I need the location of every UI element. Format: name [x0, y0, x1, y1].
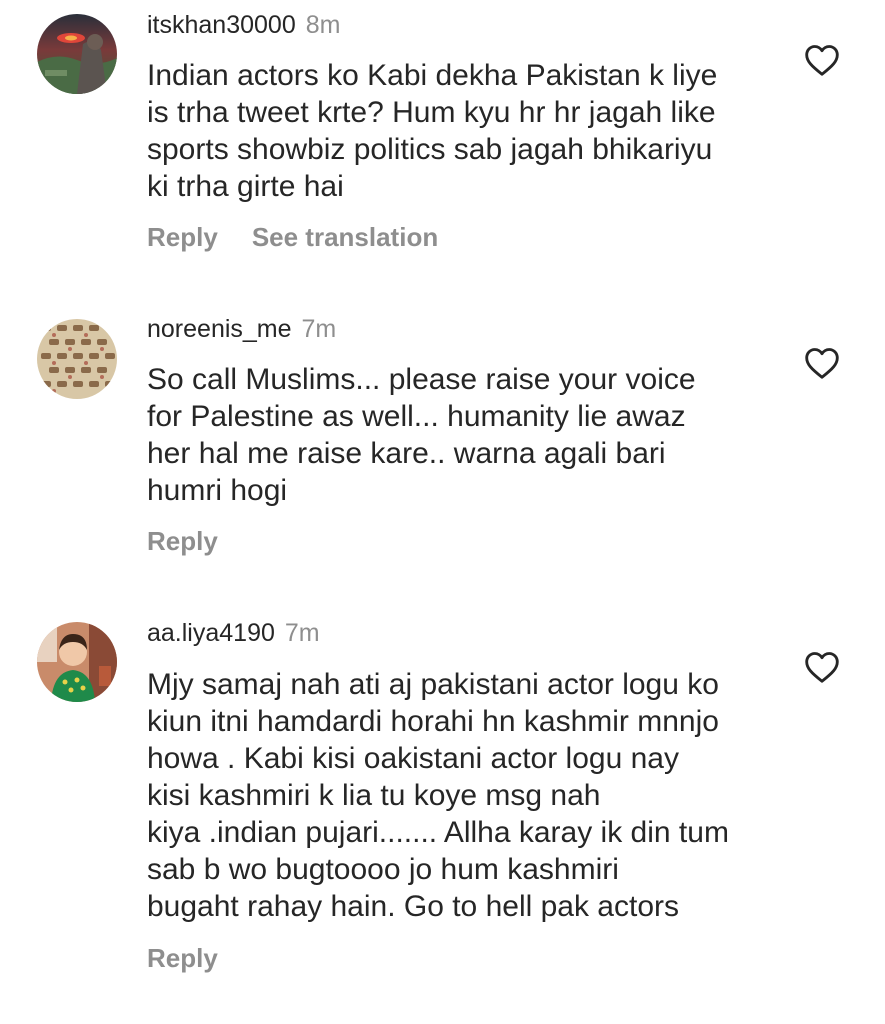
comment-header: noreenis_me 7m [147, 314, 336, 344]
avatar[interactable] [37, 14, 117, 94]
timestamp: 8m [305, 11, 341, 39]
heart-outline-icon[interactable] [804, 346, 840, 380]
comment-actions: Reply See translation [147, 222, 438, 252]
reply-button[interactable]: Reply [147, 943, 218, 973]
heart-outline-icon[interactable] [804, 43, 840, 77]
comment-actions: Reply [147, 526, 218, 556]
comment-text: Indian actors ko Kabi dekha Pakistan k l… [147, 59, 718, 203]
comment-text: Mjy samaj nah ati aj pakistani actor log… [147, 668, 729, 923]
see-translation-button[interactable]: See translation [252, 222, 438, 252]
avatar[interactable] [37, 622, 117, 702]
timestamp: 7m [284, 619, 320, 647]
comment-header: aa.liya4190 7m [147, 618, 320, 648]
username[interactable]: aa.liya4190 [147, 619, 275, 647]
reply-button[interactable]: Reply [147, 222, 218, 252]
avatar[interactable] [37, 319, 117, 399]
comment-header: itskhan30000 8m [147, 10, 340, 40]
username[interactable]: itskhan30000 [147, 11, 296, 39]
comment-text: So call Muslims... please raise your voi… [147, 363, 696, 507]
reply-button[interactable]: Reply [147, 526, 218, 556]
comment-actions: Reply [147, 943, 218, 973]
heart-outline-icon[interactable] [804, 650, 840, 684]
username[interactable]: noreenis_me [147, 315, 292, 343]
timestamp: 7m [301, 315, 337, 343]
